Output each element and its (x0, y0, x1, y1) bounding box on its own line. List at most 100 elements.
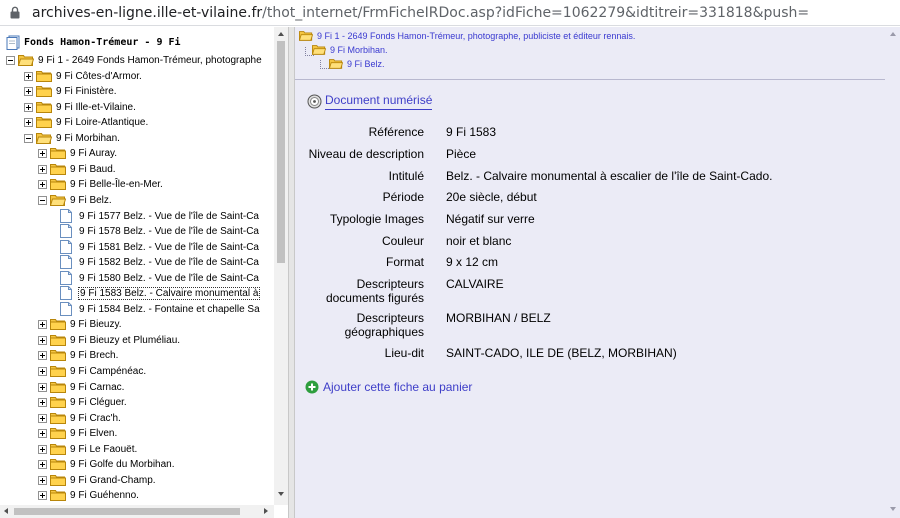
tree-folder-item[interactable]: 9 Fi Le Faouët. (38, 441, 138, 457)
tree-folder-item[interactable]: 9 Fi Morbihan. (24, 130, 121, 146)
collapse-minus-icon[interactable] (38, 195, 47, 205)
document-icon (60, 302, 72, 316)
expand-plus-icon[interactable] (24, 102, 33, 112)
tree-item-label: 9 Fi Belle-Île-en-Mer. (70, 178, 163, 190)
tree-folder-item[interactable]: 9 Fi Finistère. (24, 83, 118, 99)
field-label-line: Descripteurs (356, 277, 424, 291)
detail-vertical-scrollbar[interactable] (885, 27, 900, 518)
tree-folder-item[interactable]: 9 Fi Côtes-d'Armor. (24, 68, 143, 84)
url-text[interactable]: archives-en-ligne.ille-et-vilaine.fr/tho… (32, 5, 809, 21)
tree-document-item[interactable]: 9 Fi 1577 Belz. - Vue de l'île de Saint-… (60, 208, 260, 224)
tree-folder-item[interactable]: 9 Fi Belle-Île-en-Mer. (38, 176, 164, 192)
tree-folder-item[interactable]: 9 Fi Campénéac. (38, 363, 147, 379)
tree-folder-item[interactable]: 9 Fi Bieuzy et Pluméliau. (38, 332, 181, 348)
scroll-up-arrow-icon[interactable] (890, 32, 896, 36)
tree-folder-item[interactable]: 9 Fi Carnac. (38, 379, 125, 395)
tree-root[interactable]: Fonds Hamon-Trémeur - 9 Fi (6, 34, 181, 50)
expand-plus-icon[interactable] (38, 459, 47, 469)
expand-plus-icon[interactable] (38, 350, 47, 360)
tree-folder-item[interactable]: 9 Fi Bieuzy. (38, 316, 123, 332)
tree-folder-item[interactable]: 9 Fi Brech. (38, 347, 119, 363)
document-icon (60, 286, 72, 300)
field-value: SAINT-CADO, ILE DE (BELZ, MORBIHAN) (446, 346, 677, 360)
tree-item-label: 9 Fi 1583 Belz. - Calvaire monumental à (78, 286, 261, 300)
expand-plus-icon[interactable] (24, 86, 33, 96)
expand-plus-icon[interactable] (38, 475, 47, 485)
tree-item-label: 9 Fi Belz. (70, 194, 112, 206)
collapse-minus-icon[interactable] (24, 133, 33, 143)
open-folder-icon (329, 59, 343, 69)
breadcrumb-label: 9 Fi Morbihan. (330, 44, 388, 55)
expand-plus-icon[interactable] (38, 366, 47, 376)
scroll-down-arrow-icon[interactable] (890, 507, 896, 511)
document-numerise-link[interactable]: Document numérisé (307, 93, 433, 110)
tree-connector (320, 60, 329, 69)
breadcrumb-item-fonds[interactable]: 9 Fi 1 - 2649 Fonds Hamon-Trémeur, photo… (299, 30, 635, 41)
tree-document-item[interactable]: 9 Fi 1580 Belz. - Vue de l'île de Saint-… (60, 270, 260, 286)
tree-folder-item[interactable]: 9 Fi 1 - 2649 Fonds Hamon-Trémeur, photo… (6, 52, 263, 68)
folder-icon (50, 475, 66, 486)
tree-folder-item[interactable]: 9 Fi Auray. (38, 145, 118, 161)
tree-folder-item[interactable]: 9 Fi Crac'h. (38, 410, 122, 426)
tree-item-label: 9 Fi Golfe du Morbihan. (70, 458, 175, 470)
field-value: MORBIHAN / BELZ (446, 311, 551, 325)
tree-folder-item[interactable]: 9 Fi Loire-Atlantique. (24, 114, 149, 130)
expand-plus-icon[interactable] (38, 382, 47, 392)
tree-document-item[interactable]: 9 Fi 1584 Belz. - Fontaine et chapelle S… (60, 301, 261, 317)
tree-folder-item[interactable]: 9 Fi Cléguer. (38, 394, 128, 410)
expand-plus-icon[interactable] (38, 335, 47, 345)
tree-folder-item[interactable]: 9 Fi Grand-Champ. (38, 472, 157, 488)
add-to-cart-link[interactable]: Ajouter cette fiche au panier (305, 380, 472, 394)
scrollbar-thumb[interactable] (277, 41, 285, 263)
tree-item-label: 9 Fi Cléguer. (70, 396, 127, 408)
document-icon (60, 240, 72, 254)
tree-item-label: 9 Fi 1584 Belz. - Fontaine et chapelle S… (79, 303, 260, 315)
tree-folder-item[interactable]: 9 Fi Elven. (38, 425, 118, 441)
scroll-down-arrow-icon[interactable] (278, 492, 284, 496)
folder-icon (50, 413, 66, 424)
tree-horizontal-scrollbar[interactable] (0, 505, 274, 518)
folder-icon (50, 382, 66, 393)
folder-icon (50, 459, 66, 470)
tree-document-item[interactable]: 9 Fi 1578 Belz. - Vue de l'île de Saint-… (60, 223, 260, 239)
tree-folder-item[interactable]: 9 Fi Ille-et-Vilaine. (24, 99, 137, 115)
expand-plus-icon[interactable] (38, 397, 47, 407)
expand-plus-icon[interactable] (38, 428, 47, 438)
tree-document-item[interactable]: 9 Fi 1581 Belz. - Vue de l'île de Saint-… (60, 239, 260, 255)
tree-item-label: 9 Fi Carnac. (70, 381, 125, 393)
tree-folder-item[interactable]: 9 Fi Baud. (38, 161, 117, 177)
expand-plus-icon[interactable] (24, 117, 33, 127)
tree-item-label: 9 Fi 1581 Belz. - Vue de l'île de Saint-… (79, 241, 259, 253)
folder-icon (50, 148, 66, 159)
tree-vertical-scrollbar[interactable] (274, 27, 288, 505)
expand-plus-icon[interactable] (38, 148, 47, 158)
breadcrumb-item-belz[interactable]: 9 Fi Belz. (329, 58, 385, 69)
collapse-minus-icon[interactable] (6, 55, 15, 65)
tree-item-label: 9 Fi Finistère. (56, 85, 117, 97)
scroll-up-arrow-icon[interactable] (278, 32, 284, 36)
field-label-line: documents figurés (325, 291, 424, 305)
tree-document-item[interactable]: 9 Fi 1582 Belz. - Vue de l'île de Saint-… (60, 254, 260, 270)
tree-item-label: 9 Fi Elven. (70, 427, 118, 439)
scroll-left-arrow-icon[interactable] (4, 508, 8, 514)
frame-splitter[interactable] (288, 27, 295, 518)
expand-plus-icon[interactable] (38, 164, 47, 174)
tree-folder-item[interactable]: 9 Fi Golfe du Morbihan. (38, 456, 176, 472)
lock-icon[interactable] (10, 6, 20, 19)
scroll-right-arrow-icon[interactable] (264, 508, 268, 514)
expand-plus-icon[interactable] (38, 413, 47, 423)
expand-plus-icon[interactable] (38, 444, 47, 454)
tree-document-item[interactable]: 9 Fi 1583 Belz. - Calvaire monumental à (60, 285, 261, 301)
tree-folder-item[interactable]: 9 Fi Belz. (38, 192, 113, 208)
address-bar[interactable]: archives-en-ligne.ille-et-vilaine.fr/tho… (0, 0, 900, 26)
scrollbar-thumb[interactable] (14, 508, 240, 515)
expand-plus-icon[interactable] (24, 71, 33, 81)
expand-plus-icon[interactable] (38, 319, 47, 329)
expand-plus-icon[interactable] (38, 179, 47, 189)
breadcrumb-item-morbihan[interactable]: 9 Fi Morbihan. (312, 44, 388, 55)
folder-icon (50, 164, 66, 175)
tree-folder-item[interactable]: 9 Fi Guéhenno. (38, 487, 140, 503)
expand-plus-icon[interactable] (38, 490, 47, 500)
document-icon (60, 271, 72, 285)
field-value: CALVAIRE (446, 277, 504, 291)
